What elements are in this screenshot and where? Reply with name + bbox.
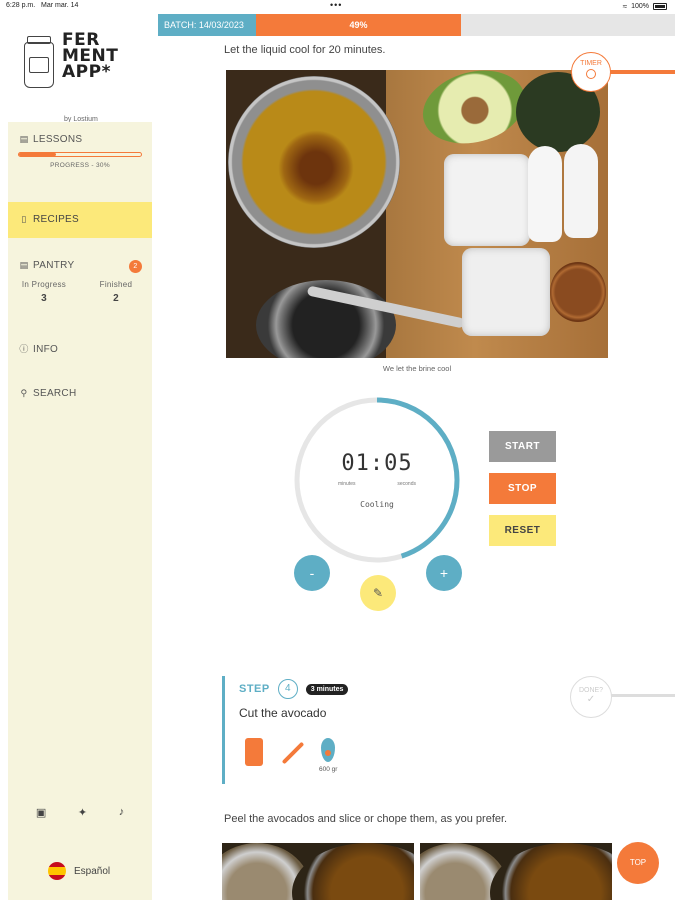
avocado-ingredient: 600 gr bbox=[319, 738, 337, 773]
done-label: DONE? bbox=[578, 687, 604, 694]
sidebar-item-label: SEARCH bbox=[33, 388, 77, 399]
timer-display: 01:05 bbox=[341, 451, 413, 476]
step-tools: 600 gr bbox=[245, 738, 337, 773]
sidebar-item-label: PANTRY bbox=[33, 260, 75, 271]
reset-button[interactable]: RESET bbox=[489, 515, 556, 546]
start-button[interactable]: START bbox=[489, 431, 556, 462]
sidebar: FER MENT APP* by Lostium ▤ LESSONS PROGRE… bbox=[8, 14, 152, 900]
search-icon: ⚲ bbox=[20, 388, 28, 398]
sidebar-item-recipes[interactable]: ▯ RECIPES bbox=[8, 202, 152, 238]
sidebar-item-label: RECIPES bbox=[33, 214, 80, 225]
sidebar-item-label: LESSONS bbox=[33, 134, 83, 145]
batch-bar: BATCH: 14/03/2023 49% bbox=[158, 14, 675, 36]
social-links: ▣ ✦ ♪ bbox=[8, 806, 152, 819]
step-duration-badge: 3 minutes bbox=[305, 683, 349, 695]
status-time: 6:28 p.m. Mar mar. 14 bbox=[6, 2, 79, 9]
pantry-icon: ▤ bbox=[19, 260, 29, 270]
lessons-progress-label: PROGRESS - 30% bbox=[50, 162, 110, 169]
lessons-progress-bar bbox=[18, 152, 142, 157]
step-instruction: Let the liquid cool for 20 minutes. bbox=[224, 44, 386, 56]
timer-status: Cooling bbox=[360, 500, 394, 509]
timer-units: minutes seconds bbox=[338, 481, 416, 487]
battery-percent: 100% bbox=[631, 3, 649, 10]
next-step-instruction: Peel the avocados and slice or chope the… bbox=[224, 813, 508, 825]
scroll-top-button[interactable]: TOP bbox=[617, 842, 659, 884]
timer-tag-label: TIMER bbox=[580, 60, 602, 67]
batch-progress: 49% bbox=[256, 14, 461, 36]
app-logo[interactable]: FER MENT APP* by Lostium bbox=[24, 32, 144, 132]
status-bar: 6:28 p.m. Mar mar. 14 ••• ≈ 100% bbox=[0, 0, 675, 14]
wifi-icon: ≈ bbox=[622, 2, 628, 11]
step-header: STEP 4 3 minutes bbox=[239, 679, 349, 699]
status-right: ≈ 100% bbox=[623, 2, 667, 11]
edit-timer-button[interactable]: ✎ bbox=[360, 575, 396, 611]
decrease-time-button[interactable]: - bbox=[294, 555, 330, 591]
info-icon: ⓘ bbox=[19, 344, 29, 354]
knife-icon bbox=[277, 738, 305, 766]
cutting-board-icon bbox=[245, 738, 263, 766]
lessons-progress-fill bbox=[19, 153, 56, 156]
sidebar-item-search[interactable]: ⚲ SEARCH bbox=[8, 380, 152, 407]
done-button[interactable]: DONE? ✓ bbox=[570, 676, 612, 718]
clock-icon bbox=[586, 69, 596, 79]
sidebar-item-info[interactable]: ⓘ INFO bbox=[8, 334, 152, 363]
book-icon: ▤ bbox=[19, 134, 29, 144]
batch-label: BATCH: 14/03/2023 bbox=[158, 14, 256, 36]
step-card: STEP 4 3 minutes Cut the avocado 600 gr bbox=[222, 676, 622, 784]
sidebar-item-pantry[interactable]: ▤ PANTRY 2 In Progress 3 Finished 2 bbox=[8, 248, 152, 318]
step-number: 4 bbox=[277, 679, 298, 699]
sidebar-nav: ▤ LESSONS PROGRESS - 30% ▯ RECIPES ▤ PANTRY… bbox=[8, 122, 152, 900]
sidebar-item-lessons[interactable]: ▤ LESSONS PROGRESS - 30% bbox=[8, 122, 152, 192]
pantry-badge: 2 bbox=[129, 260, 142, 273]
timer-ring bbox=[294, 397, 460, 563]
avocado-quantity: 600 gr bbox=[319, 766, 338, 773]
sidebar-item-label: INFO bbox=[33, 344, 59, 355]
multitask-dots[interactable]: ••• bbox=[330, 0, 342, 10]
step-label: STEP bbox=[239, 683, 270, 695]
spain-flag-icon bbox=[48, 862, 66, 880]
step-photo bbox=[226, 70, 608, 358]
language-label: Español bbox=[74, 865, 111, 877]
avocado-icon bbox=[321, 738, 336, 762]
countdown-timer: 01:05 minutes seconds Cooling bbox=[292, 395, 462, 565]
step-photo-thumb[interactable] bbox=[420, 843, 612, 900]
instagram-icon[interactable]: ▣ bbox=[36, 806, 46, 819]
check-icon: ✓ bbox=[586, 694, 596, 705]
pantry-in-progress: In Progress 3 bbox=[21, 280, 67, 304]
tiktok-icon[interactable]: ♪ bbox=[119, 806, 125, 819]
step-photo-thumb[interactable] bbox=[222, 843, 414, 900]
pantry-stats: In Progress 3 Finished 2 bbox=[8, 280, 152, 304]
photo-caption: We let the brine cool bbox=[382, 364, 452, 373]
battery-icon bbox=[653, 3, 667, 10]
timer-connector bbox=[610, 70, 675, 74]
jar-icon bbox=[24, 36, 54, 88]
timer-tag[interactable]: TIMER bbox=[571, 52, 611, 92]
pantry-finished: Finished 2 bbox=[99, 280, 133, 304]
jar-small-icon: ▯ bbox=[21, 214, 27, 224]
app-name: FER MENT APP* bbox=[62, 30, 119, 82]
done-connector bbox=[611, 694, 675, 697]
twitter-icon[interactable]: ✦ bbox=[78, 806, 87, 819]
stop-button[interactable]: STOP bbox=[489, 473, 556, 504]
language-selector[interactable]: Español bbox=[48, 862, 110, 880]
pencil-icon: ✎ bbox=[372, 586, 384, 600]
step-title: Cut the avocado bbox=[239, 706, 327, 720]
increase-time-button[interactable]: + bbox=[426, 555, 462, 591]
